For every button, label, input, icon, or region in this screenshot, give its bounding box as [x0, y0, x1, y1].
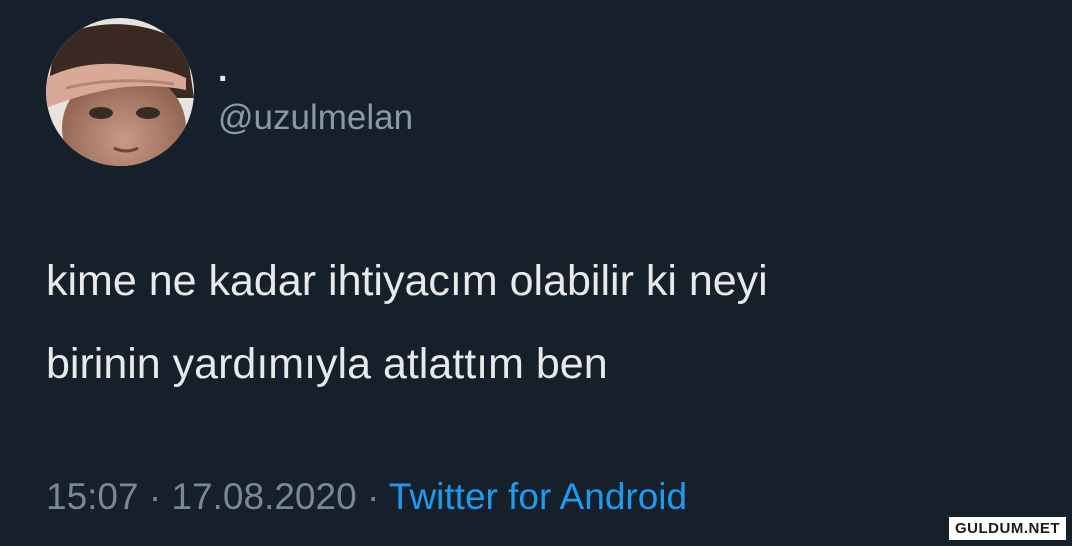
tweet-text-line: kime ne kadar ihtiyacım olabilir ki neyi — [46, 257, 768, 305]
watermark: GULDUM.NET — [949, 517, 1066, 540]
user-handle[interactable]: @uzulmelan — [218, 96, 413, 140]
tweet-date[interactable]: 17.08.2020 — [171, 476, 356, 517]
tweet-text: kime ne kadar ihtiyacım olabilir ki neyi… — [46, 240, 1046, 406]
meta-separator: · — [366, 476, 380, 517]
avatar-image — [46, 18, 194, 166]
tweet-source-link[interactable]: Twitter for Android — [389, 476, 687, 517]
display-name[interactable]: . — [218, 50, 227, 90]
tweet-card: . @uzulmelan kime ne kadar ihtiyacım ola… — [0, 0, 1072, 546]
tweet-meta: 15:07 · 17.08.2020 · Twitter for Android — [46, 472, 687, 522]
tweet-time[interactable]: 15:07 — [46, 476, 139, 517]
meta-separator: · — [148, 476, 162, 517]
avatar[interactable] — [46, 18, 194, 166]
tweet-text-line: birinin yardımıyla atlattım ben — [46, 340, 608, 388]
